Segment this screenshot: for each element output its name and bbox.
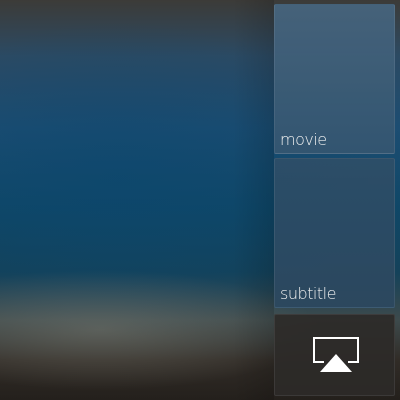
subtitle-tile[interactable]: subtitle [274, 158, 395, 308]
video-player-screen: movie subtitle [0, 0, 400, 400]
subtitle-label: subtitle [280, 284, 336, 303]
movie-tile[interactable]: movie [274, 4, 395, 154]
airplay-button[interactable] [274, 314, 395, 396]
blurred-video-backdrop [0, 0, 274, 400]
movie-label: movie [280, 130, 327, 149]
airplay-icon [313, 337, 359, 372]
